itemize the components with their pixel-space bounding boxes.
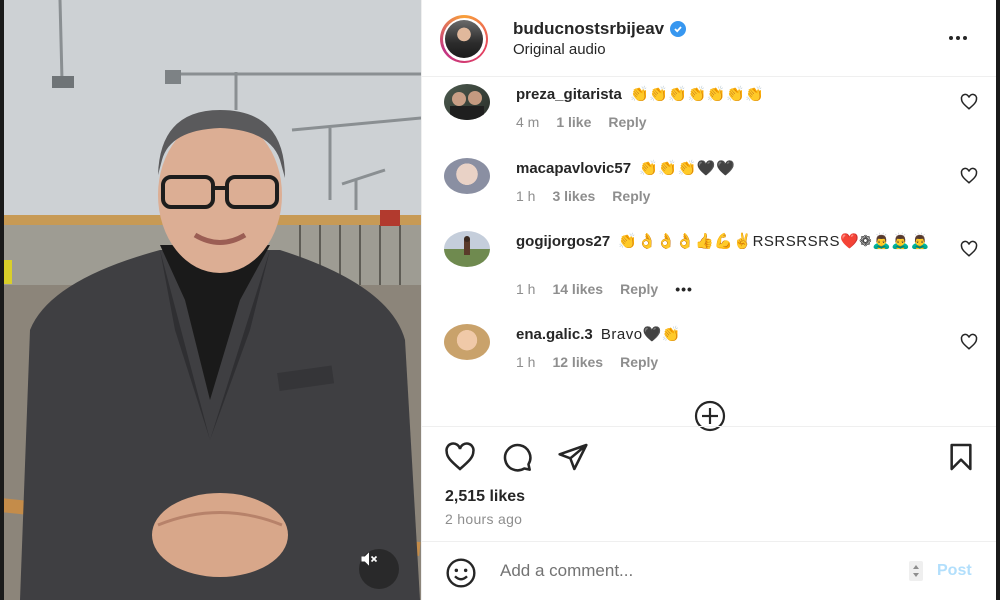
commenter-avatar[interactable] — [444, 84, 490, 120]
like-count[interactable]: 2,515 likes — [445, 488, 525, 506]
post-details-panel: buducnostsrbijeav Original audio preza_g… — [421, 0, 997, 600]
video-frame — [0, 0, 421, 600]
comment-username[interactable]: gogijorgos27 — [516, 233, 610, 250]
comment-username[interactable]: ena.galic.3 — [516, 326, 593, 343]
reply-button[interactable]: Reply — [620, 354, 658, 370]
comment-composer: Post — [422, 541, 997, 600]
comment-text: 👏👌👌👌👍💪✌RSRSRSRS❤️❁🙇‍♂️🙇‍♂️🙇‍♂️ — [618, 233, 930, 250]
scroll-stepper-icon[interactable] — [909, 561, 923, 581]
reply-button[interactable]: Reply — [620, 281, 658, 297]
comment-time: 4 m — [516, 114, 540, 130]
author-username[interactable]: buducnostsrbijeav — [513, 19, 664, 39]
comment-time: 1 h — [516, 188, 536, 204]
comment-username[interactable]: preza_gitarista — [516, 86, 622, 103]
more-options-icon[interactable] — [946, 26, 970, 50]
commenter-avatar[interactable] — [444, 231, 490, 267]
mute-button[interactable] — [359, 549, 399, 589]
comment-bubble-icon[interactable] — [501, 441, 533, 473]
reply-button[interactable]: Reply — [612, 188, 650, 204]
like-comment-heart-icon[interactable] — [960, 93, 978, 111]
post-video[interactable] — [0, 0, 421, 600]
post-timestamp[interactable]: 2 hours ago — [445, 511, 522, 527]
save-bookmark-icon[interactable] — [945, 441, 977, 473]
window-edge-right — [996, 0, 1000, 600]
window-edge-left — [0, 0, 4, 600]
like-comment-heart-icon[interactable] — [960, 167, 978, 185]
speaker-muted-icon — [361, 552, 378, 566]
post-comment-button[interactable]: Post — [937, 562, 972, 580]
author-avatar-image — [445, 20, 483, 58]
like-heart-icon[interactable] — [444, 441, 476, 473]
like-comment-heart-icon[interactable] — [960, 240, 978, 258]
like-comment-heart-icon[interactable] — [960, 333, 978, 351]
comment-text: Bravo🖤👏 — [600, 326, 681, 343]
add-comment-input[interactable] — [500, 556, 900, 586]
comment-time: 1 h — [516, 281, 536, 297]
author-username-row: buducnostsrbijeav — [513, 19, 687, 39]
comment-likes[interactable]: 14 likes — [552, 281, 603, 297]
emoji-smiley-icon[interactable] — [445, 557, 477, 589]
share-paper-plane-icon[interactable] — [557, 441, 589, 473]
comments-list: preza_gitarista 👏👏👏👏👏👏👏 4 m 1 like Reply… — [422, 78, 997, 432]
comment-time: 1 h — [516, 354, 536, 370]
commenter-avatar[interactable] — [444, 158, 490, 194]
comment-likes[interactable]: 1 like — [556, 114, 591, 130]
comment-text: 👏👏👏👏👏👏👏 — [630, 86, 765, 103]
comment-username[interactable]: macapavlovic57 — [516, 160, 631, 177]
audio-label[interactable]: Original audio — [513, 41, 606, 58]
post-header: buducnostsrbijeav Original audio — [422, 0, 997, 77]
post-actions: 2,515 likes 2 hours ago — [422, 426, 997, 541]
verified-badge-icon — [670, 21, 687, 37]
comment-likes[interactable]: 3 likes — [552, 188, 595, 204]
author-avatar[interactable] — [440, 15, 488, 63]
commenter-avatar[interactable] — [444, 324, 490, 360]
comment-text: 👏👏👏🖤🖤 — [639, 160, 736, 177]
comment-more-options[interactable]: ••• — [675, 281, 693, 297]
comment-likes[interactable]: 12 likes — [552, 354, 603, 370]
reply-button[interactable]: Reply — [608, 114, 646, 130]
